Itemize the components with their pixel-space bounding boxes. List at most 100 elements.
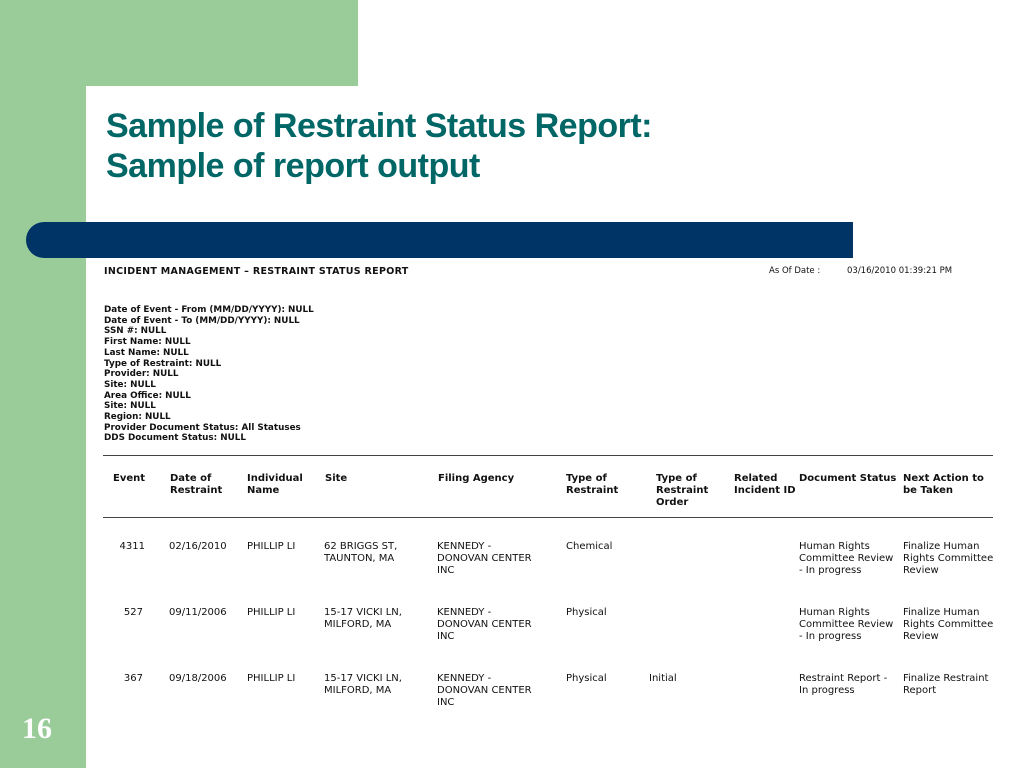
- header-line: be Taken: [903, 485, 953, 496]
- cell-line: MILFORD, MA: [324, 685, 392, 696]
- cell-line: - In progress: [799, 631, 862, 642]
- cell-next-action: Finalize Human Rights Committee Review: [903, 607, 993, 643]
- cell-line: Review: [903, 565, 939, 576]
- cell-line: Rights Committee: [903, 553, 994, 564]
- parameter-line: Type of Restraint: NULL: [104, 358, 222, 369]
- cell-name: PHILLIP LI: [247, 673, 296, 684]
- cell-line: Human Rights: [799, 607, 870, 618]
- cell-event: 367: [123, 673, 143, 684]
- cell-line: Restraint Report -: [799, 673, 888, 684]
- header-line: Incident ID: [734, 485, 796, 496]
- cell-line: INC: [437, 631, 455, 642]
- header-line: Related: [734, 473, 778, 484]
- header-line: Type of: [656, 473, 697, 484]
- column-header-event: Event: [113, 473, 146, 484]
- cell-line: DONOVAN CENTER: [437, 619, 532, 630]
- cell-event: 527: [123, 607, 143, 618]
- cell-document-status: Restraint Report - In progress: [799, 673, 887, 697]
- parameter-line: SSN #: NULL: [104, 326, 167, 337]
- column-header-next-action: Next Action to be Taken: [903, 473, 984, 497]
- cell-line: INC: [437, 565, 455, 576]
- cell-line: KENNEDY -: [437, 607, 492, 618]
- header-line: Restraint: [566, 485, 619, 496]
- as-of-value: 03/16/2010 01:39:21 PM: [847, 266, 953, 276]
- parameter-line: Region: NULL: [104, 412, 171, 423]
- cell-site: 62 BRIGGS ST, TAUNTON, MA: [324, 541, 397, 565]
- report-title: INCIDENT MANAGEMENT – RESTRAINT STATUS R…: [104, 266, 409, 277]
- cell-line: - In progress: [799, 565, 862, 576]
- parameter-line: Provider: NULL: [104, 369, 179, 380]
- report-parameters: Date of Event - From (MM/DD/YYYY): NULL …: [104, 305, 314, 444]
- parameter-line: Area Office: NULL: [104, 390, 191, 401]
- header-line: Individual: [247, 473, 303, 484]
- header-line: Order: [656, 497, 689, 508]
- cell-restraint-type: Physical: [566, 673, 607, 684]
- parameter-line: First Name: NULL: [104, 337, 191, 348]
- parameter-line: Date of Event - From (MM/DD/YYYY): NULL: [104, 305, 314, 315]
- cell-line: 15-17 VICKI LN,: [324, 607, 402, 618]
- cell-line: MILFORD, MA: [324, 619, 392, 630]
- cell-document-status: Human Rights Committee Review - In progr…: [799, 607, 893, 643]
- cell-line: Human Rights: [799, 541, 870, 552]
- slide-page-number: 16: [22, 712, 52, 745]
- cell-line: Committee Review: [799, 619, 894, 630]
- cell-line: Review: [903, 631, 939, 642]
- header-line: Restraint: [656, 485, 709, 496]
- cell-line: DONOVAN CENTER: [437, 553, 532, 564]
- cell-event: 4311: [119, 541, 145, 552]
- header-line: Next Action to: [903, 473, 984, 484]
- cell-line: Report: [903, 685, 937, 696]
- header-line: Restraint: [170, 485, 223, 496]
- parameter-line: DDS Document Status: NULL: [104, 433, 246, 444]
- column-header-restraint-order: Type of Restraint Order: [656, 473, 708, 509]
- column-header-restraint-type: Type of Restraint: [566, 473, 618, 497]
- cell-date: 02/16/2010: [169, 541, 227, 552]
- column-header-document-status: Document Status: [799, 473, 897, 484]
- cell-name: PHILLIP LI: [247, 607, 296, 618]
- cell-line: Committee Review: [799, 553, 894, 564]
- parameter-line: Last Name: NULL: [104, 347, 189, 358]
- cell-next-action: Finalize Human Rights Committee Review: [903, 541, 993, 577]
- cell-name: PHILLIP LI: [247, 541, 296, 552]
- cell-line: KENNEDY -: [437, 673, 492, 684]
- report-image: INCIDENT MANAGEMENT – RESTRAINT STATUS R…: [0, 0, 1024, 768]
- cell-line: Finalize Restraint: [903, 673, 989, 684]
- as-of-label: As Of Date :: [769, 266, 821, 276]
- column-header-date: Date of Restraint: [170, 473, 222, 497]
- column-header-related-incident: Related Incident ID: [734, 473, 796, 497]
- cell-document-status: Human Rights Committee Review - In progr…: [799, 541, 893, 577]
- cell-restraint-type: Physical: [566, 607, 607, 618]
- cell-next-action: Finalize Restraint Report: [903, 673, 988, 697]
- column-header-filing-agency: Filing Agency: [438, 473, 515, 484]
- cell-line: In progress: [799, 685, 855, 696]
- cell-line: DONOVAN CENTER: [437, 685, 532, 696]
- column-header-individual: Individual Name: [247, 473, 303, 497]
- cell-line: Finalize Human: [903, 607, 980, 618]
- cell-site: 15-17 VICKI LN, MILFORD, MA: [324, 673, 402, 697]
- cell-date: 09/11/2006: [169, 607, 227, 618]
- parameter-line: Site: NULL: [104, 379, 156, 390]
- header-line: Type of: [566, 473, 607, 484]
- cell-agency: KENNEDY - DONOVAN CENTER INC: [437, 541, 532, 577]
- header-bottom-rule: [103, 517, 993, 518]
- cell-line: Rights Committee: [903, 619, 994, 630]
- cell-line: Finalize Human: [903, 541, 980, 552]
- cell-agency: KENNEDY - DONOVAN CENTER INC: [437, 607, 532, 643]
- column-header-site: Site: [325, 473, 348, 484]
- cell-date: 09/18/2006: [169, 673, 227, 684]
- cell-line: 62 BRIGGS ST,: [324, 541, 398, 552]
- cell-restraint-order: Initial: [649, 673, 677, 684]
- cell-line: TAUNTON, MA: [324, 553, 395, 564]
- header-line: Date of: [170, 473, 212, 484]
- parameter-line: Provider Document Status: All Statuses: [104, 422, 301, 433]
- header-line: Name: [247, 485, 280, 496]
- cell-agency: KENNEDY - DONOVAN CENTER INC: [437, 673, 532, 709]
- cell-site: 15-17 VICKI LN, MILFORD, MA: [324, 607, 402, 631]
- cell-restraint-type: Chemical: [566, 541, 613, 552]
- parameter-line: Site: NULL: [104, 401, 156, 412]
- cell-line: KENNEDY -: [437, 541, 492, 552]
- parameter-line: Date of Event - To (MM/DD/YYYY): NULL: [104, 315, 300, 326]
- header-top-rule: [103, 455, 993, 456]
- cell-line: INC: [437, 697, 455, 708]
- cell-line: 15-17 VICKI LN,: [324, 673, 402, 684]
